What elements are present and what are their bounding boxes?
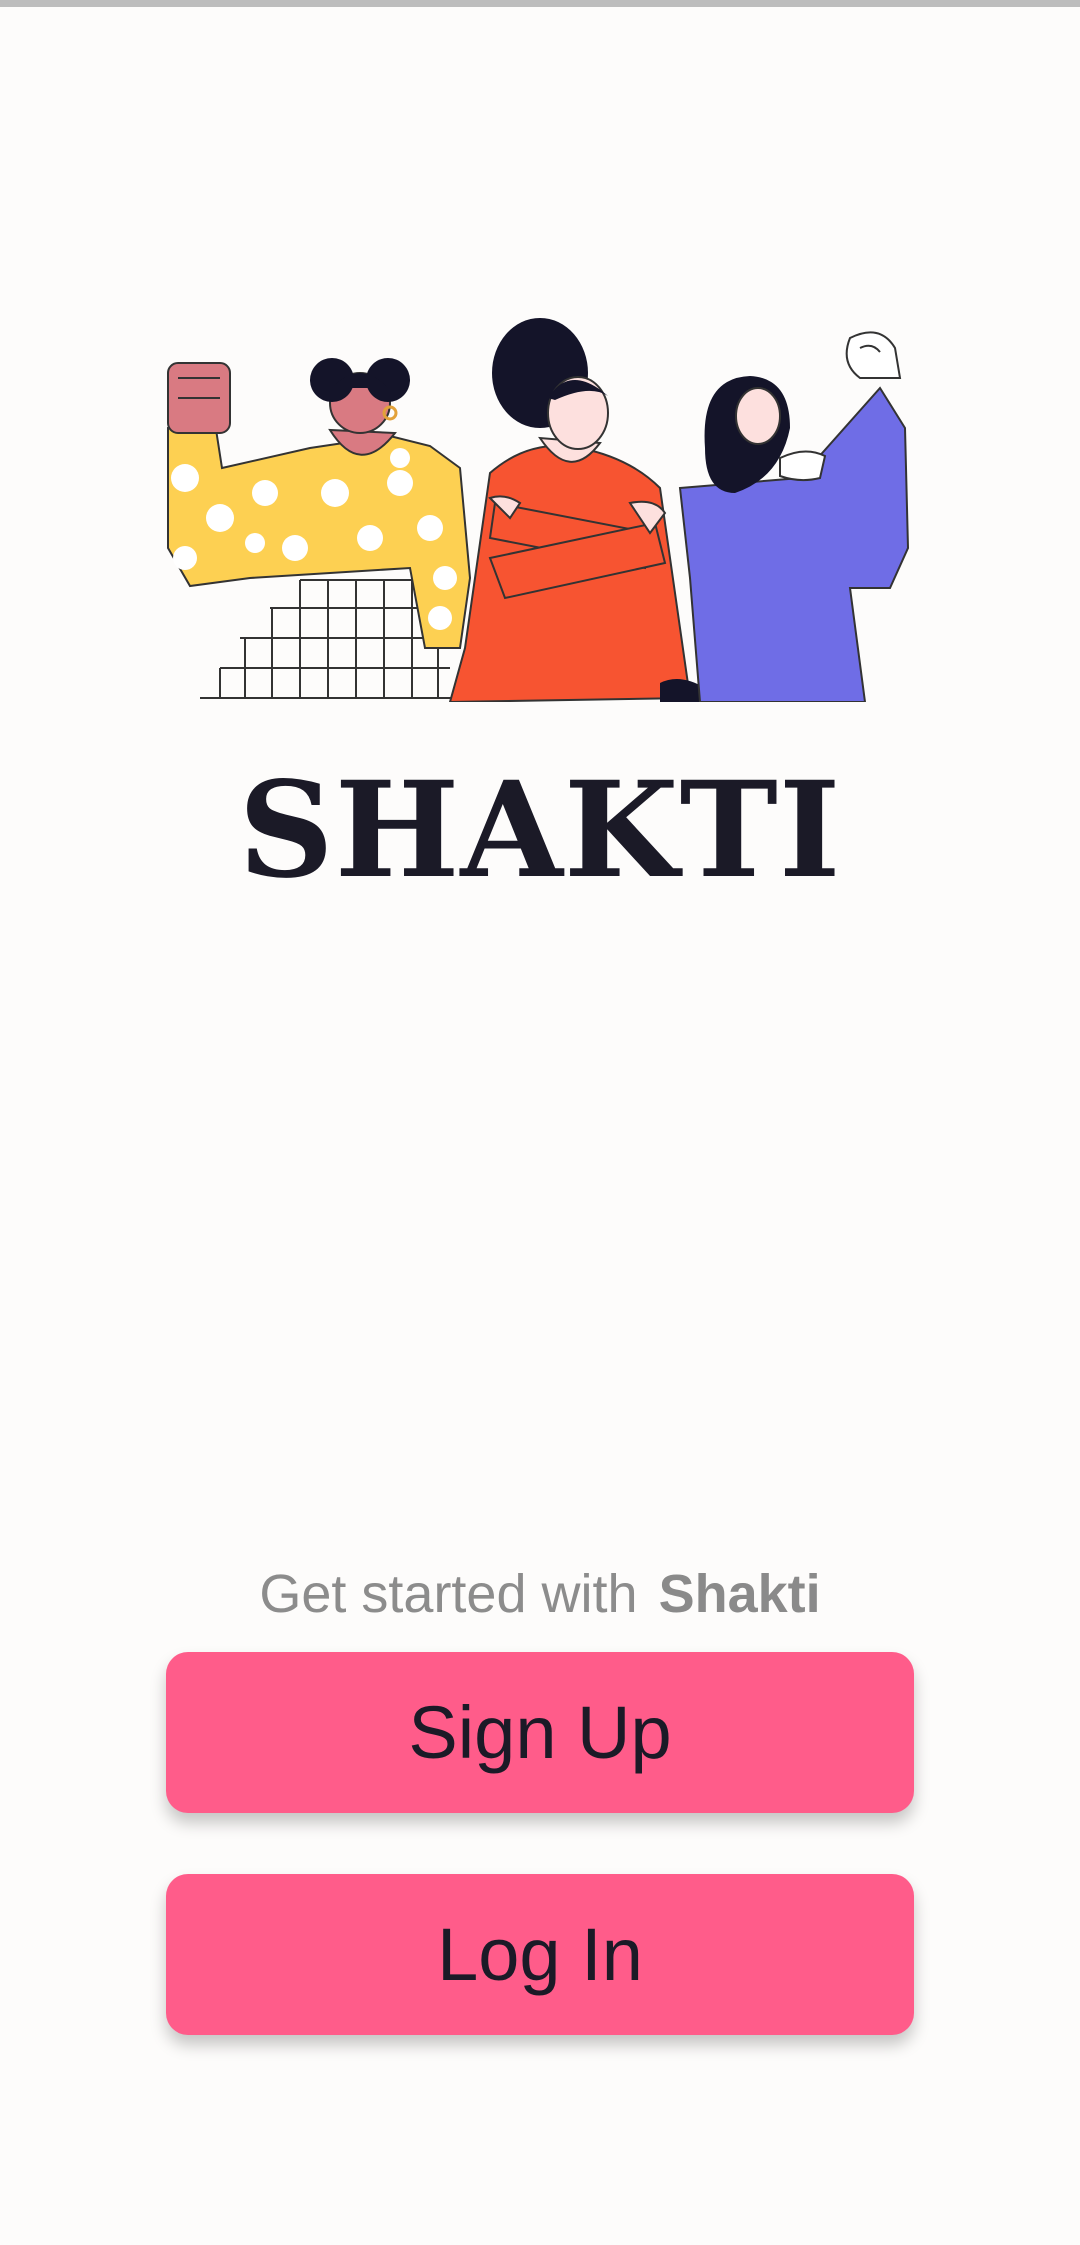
woman-purple-figure [678,331,910,702]
log-in-button[interactable]: Log In [166,1874,914,2035]
app-title: SHAKTI [238,753,842,908]
tagline-brand: Shakti [658,1564,821,1624]
sign-up-button[interactable]: Sign Up [166,1652,914,1813]
woman-red-figure [448,318,705,702]
woman-yellow-figure [167,358,472,699]
top-divider [0,0,1080,7]
hero-illustration [160,318,920,702]
welcome-screen: SHAKTI Get started with Shakti Sign Up L… [0,0,1080,2245]
get-started-text: Get started with Shakti [0,1564,1080,1624]
tagline-prefix: Get started with [259,1564,638,1624]
